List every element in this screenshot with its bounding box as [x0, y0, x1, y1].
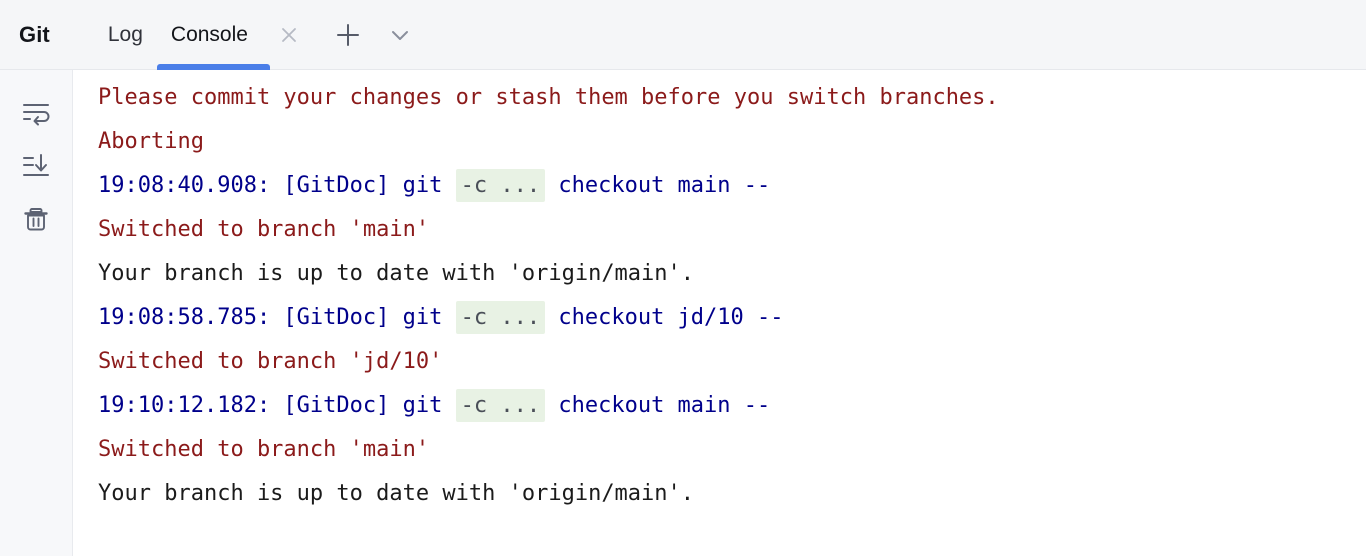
console-fold-placeholder[interactable]: -c ... — [455, 301, 546, 334]
console-text: Aborting — [98, 129, 204, 154]
console-line: Switched to branch 'main' — [73, 428, 1366, 472]
console-text: checkout jd/10 -- — [545, 305, 784, 330]
console-line: 19:10:12.182: [GitDoc] git -c ... checko… — [73, 384, 1366, 428]
git-tool-window: Git Log Console Please commit your chang… — [0, 0, 1366, 556]
console-text: 19:08:58.785: [GitDoc] git — [98, 305, 456, 330]
trash-icon — [19, 202, 53, 241]
console-output[interactable]: Please commit your changes or stash them… — [73, 70, 1366, 556]
console-text: Please commit your changes or stash them… — [98, 85, 999, 110]
plus-icon[interactable] — [330, 17, 366, 53]
console-text: 19:10:12.182: [GitDoc] git — [98, 393, 456, 418]
console-text: Your branch is up to date with 'origin/m… — [98, 481, 695, 506]
chevron-down-icon[interactable] — [382, 17, 418, 53]
scroll-to-end-icon — [19, 149, 53, 188]
console-text: checkout main -- — [545, 393, 771, 418]
tab-strip: Log Console — [94, 0, 418, 70]
console-line: Switched to branch 'main' — [73, 208, 1366, 252]
console-text: Your branch is up to date with 'origin/m… — [98, 261, 695, 286]
tab-console[interactable]: Console — [156, 0, 271, 70]
soft-wrap-button[interactable] — [13, 92, 59, 138]
console-fold-placeholder[interactable]: -c ... — [455, 389, 546, 422]
console-line: 19:08:58.785: [GitDoc] git -c ... checko… — [73, 296, 1366, 340]
console-text: Switched to branch 'main' — [98, 217, 430, 242]
console-line: 19:08:40.908: [GitDoc] git -c ... checko… — [73, 164, 1366, 208]
tab-log-label: Log — [107, 22, 143, 46]
console-text: Switched to branch 'jd/10' — [98, 349, 443, 374]
tab-log[interactable]: Log — [94, 0, 157, 70]
console-line: Please commit your changes or stash them… — [73, 76, 1366, 120]
console-text: checkout main -- — [545, 173, 771, 198]
console-lines: Please commit your changes or stash them… — [73, 76, 1366, 516]
close-icon[interactable] — [274, 20, 304, 50]
console-line: Your branch is up to date with 'origin/m… — [73, 472, 1366, 516]
scroll-to-end-button[interactable] — [13, 145, 59, 191]
console-line: Your branch is up to date with 'origin/m… — [73, 252, 1366, 296]
soft-wrap-icon — [19, 96, 53, 135]
tab-console-label: Console — [170, 22, 248, 46]
console-side-toolbar — [0, 70, 73, 556]
console-fold-placeholder[interactable]: -c ... — [455, 169, 546, 202]
tool-window-body: Please commit your changes or stash them… — [0, 70, 1366, 556]
console-text: Switched to branch 'main' — [98, 437, 430, 462]
clear-all-button[interactable] — [13, 198, 59, 244]
tool-window-title: Git — [19, 21, 50, 47]
console-line: Aborting — [73, 120, 1366, 164]
console-text: 19:08:40.908: [GitDoc] git — [98, 173, 456, 198]
tool-window-header: Git Log Console — [0, 0, 1366, 70]
console-line: Switched to branch 'jd/10' — [73, 340, 1366, 384]
